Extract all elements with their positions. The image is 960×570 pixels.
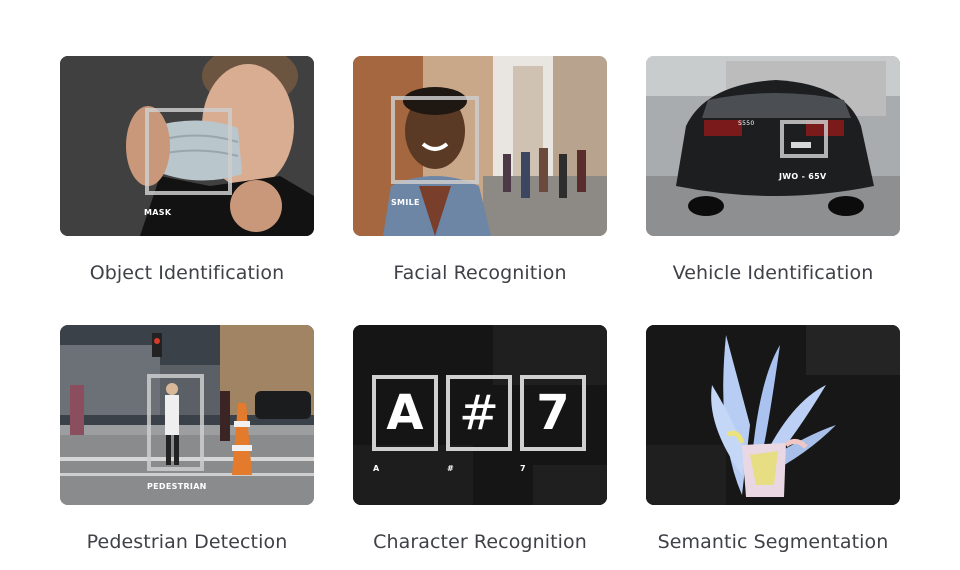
detection-box <box>147 374 204 471</box>
card-caption: Object Identification <box>89 262 285 284</box>
detection-label: JWO - 65V <box>779 172 827 181</box>
character-label: 7 <box>520 464 526 473</box>
card-caption: Character Recognition <box>373 531 587 553</box>
card-caption: Vehicle Identification <box>672 262 874 284</box>
segmented-plant-illustration <box>646 325 900 505</box>
card-facial-recognition[interactable]: SMILE Facial Recognition <box>353 56 607 284</box>
card-caption: Pedestrian Detection <box>86 531 288 553</box>
vehicle-identification-image[interactable]: S550 JWO - 65V <box>646 56 900 236</box>
car-illustration <box>646 56 900 236</box>
detection-box <box>391 96 479 184</box>
card-caption: Facial Recognition <box>393 262 567 284</box>
detection-label: PEDESTRIAN <box>147 482 207 491</box>
character-recognition-image[interactable]: A # 7 A # 7 <box>353 325 607 505</box>
character-tile-hash: # <box>446 375 512 451</box>
detection-label: SMILE <box>391 198 420 207</box>
detection-box <box>145 108 232 195</box>
character-tile-seven: 7 <box>520 375 586 451</box>
card-pedestrian-detection[interactable]: PEDESTRIAN Pedestrian Detection <box>60 325 314 553</box>
detection-label: MASK <box>144 208 172 217</box>
model-badge: S550 <box>738 120 755 127</box>
character-label: # <box>447 464 454 473</box>
character-label: A <box>373 464 380 473</box>
card-vehicle-identification[interactable]: S550 JWO - 65V Vehicle Identification <box>646 56 900 284</box>
character-tile-a: A <box>372 375 438 451</box>
detection-box <box>780 120 828 158</box>
facial-recognition-image[interactable]: SMILE <box>353 56 607 236</box>
object-identification-image[interactable]: MASK <box>60 56 314 236</box>
card-caption: Semantic Segmentation <box>657 531 889 553</box>
card-semantic-segmentation[interactable]: Semantic Segmentation <box>646 325 900 553</box>
card-character-recognition[interactable]: A # 7 A # 7 Character Recognition <box>353 325 607 553</box>
pedestrian-detection-image[interactable]: PEDESTRIAN <box>60 325 314 505</box>
card-object-identification[interactable]: MASK Object Identification <box>60 56 314 284</box>
semantic-segmentation-image[interactable] <box>646 325 900 505</box>
